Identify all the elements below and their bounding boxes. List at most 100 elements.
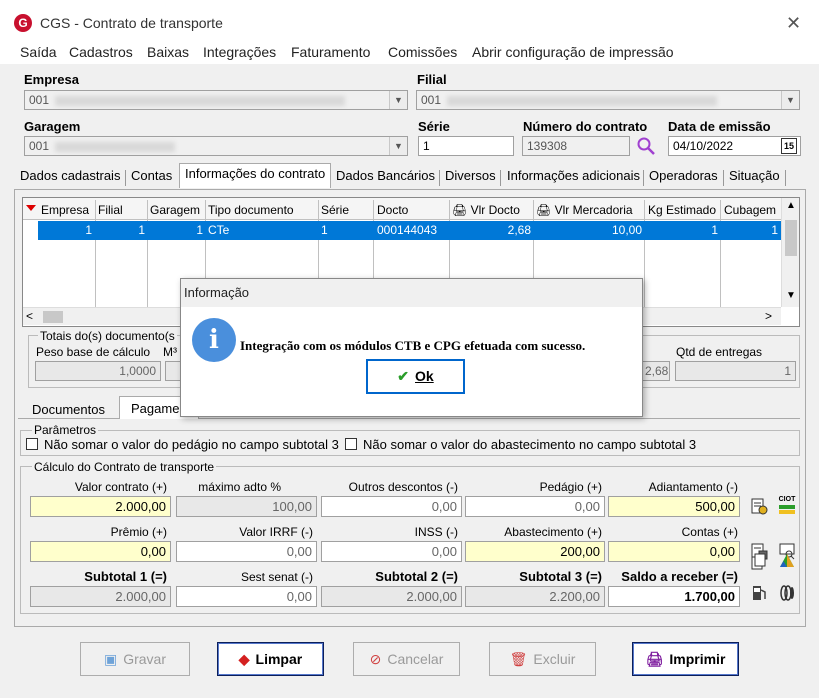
valor-contrato-input[interactable]: 2.000,00 <box>30 496 171 517</box>
m3-field[interactable] <box>165 361 181 381</box>
outros-descontos-input[interactable]: 0,00 <box>321 496 462 517</box>
subtotal1-field[interactable]: 2.000,00 <box>30 586 171 607</box>
checkbox-abastecimento-label: Não somar o valor do abastecimento no ca… <box>363 437 697 452</box>
adiantamento-input[interactable]: 500,00 <box>608 496 740 517</box>
premio-input[interactable]: 0,00 <box>30 541 171 562</box>
outros-descontos-label: Outros descontos (-) <box>348 480 458 494</box>
menu-cadastros[interactable]: Cadastros <box>69 44 133 60</box>
abastecimento-input[interactable]: 200,00 <box>465 541 605 562</box>
close-icon[interactable]: ✕ <box>786 13 801 34</box>
chevron-down-icon[interactable]: ▼ <box>786 290 796 301</box>
col-header-cubagem[interactable]: Cubagem <box>724 200 776 220</box>
triangle-icon[interactable] <box>777 552 797 572</box>
checkbox-pedagio[interactable] <box>26 438 38 450</box>
empresa-select[interactable]: 001 ▼ <box>24 90 408 110</box>
chevron-down-icon[interactable]: ▼ <box>389 91 407 109</box>
saldo-receber-field[interactable]: 1.700,00 <box>608 586 740 607</box>
tab-informacoes-adicionais[interactable]: Informações adicionais <box>507 168 640 183</box>
cell-serie: 1 <box>321 223 328 237</box>
vertical-scrollbar[interactable]: ▲ ▼ <box>781 198 799 307</box>
qtd-entregas-field[interactable]: 1 <box>675 361 796 381</box>
col-header-vlr-mercadoria[interactable]: 🖨 Vlr Mercadoria <box>536 200 633 220</box>
menu-saida[interactable]: Saída <box>20 44 57 60</box>
numero-contrato-input[interactable]: 139308 <box>522 136 630 156</box>
peso-field[interactable]: 1,0000 <box>35 361 161 381</box>
cell-garagem: 1 <box>196 223 203 237</box>
tag-rfid-icon[interactable] <box>777 584 797 604</box>
filial-select[interactable]: 001 ▼ <box>416 90 800 110</box>
tab-informacoes-contrato[interactable]: Informações do contrato <box>179 163 332 188</box>
irrf-input[interactable]: 0,00 <box>176 541 317 562</box>
pedagio-input[interactable]: 0,00 <box>465 496 605 517</box>
tab-dados-cadastrais[interactable]: Dados cadastrais <box>20 168 120 183</box>
cancel-icon: ⊘ <box>369 651 382 667</box>
cell-vlr-docto: 2,68 <box>507 223 531 237</box>
chevron-down-icon[interactable]: ▼ <box>389 137 407 155</box>
tab-operadoras[interactable]: Operadoras <box>649 168 718 183</box>
imprimir-button[interactable]: 🖨 Imprimir <box>632 642 739 676</box>
gravar-button[interactable]: ▣ Gravar <box>80 642 190 676</box>
chevron-up-icon[interactable]: ▲ <box>786 200 796 211</box>
empresa-label: Empresa <box>24 72 79 87</box>
search-icon[interactable] <box>636 136 658 156</box>
scrollbar-thumb[interactable] <box>785 220 797 256</box>
contas-input[interactable]: 0,00 <box>608 541 740 562</box>
col-header-garagem[interactable]: Garagem <box>150 200 200 220</box>
tab-diversos[interactable]: Diversos <box>445 168 496 183</box>
ok-button[interactable]: ✔ Ok <box>366 359 465 394</box>
tab-contas[interactable]: Contas <box>131 168 172 183</box>
menu-integracoes[interactable]: Integrações <box>203 44 276 60</box>
limpar-button[interactable]: ◆ Limpar <box>217 642 324 676</box>
tab-dados-bancarios[interactable]: Dados Bancários <box>336 168 435 183</box>
menu-baixas[interactable]: Baixas <box>147 44 189 60</box>
subtotal2-field[interactable]: 2.000,00 <box>321 586 462 607</box>
col-header-empresa[interactable]: Empresa <box>41 200 89 220</box>
eraser-icon: ◆ <box>238 651 250 667</box>
chevron-right-icon[interactable]: > <box>765 309 772 323</box>
redacted-text <box>447 95 718 106</box>
abastecimento-label: Abastecimento (+) <box>504 525 602 539</box>
adiantamento-label: Adiantamento (-) <box>648 480 738 494</box>
info-icon: i <box>192 318 236 362</box>
copy-documents-icon[interactable] <box>749 553 769 573</box>
inss-label: INSS (-) <box>414 525 458 539</box>
inss-input[interactable]: 0,00 <box>321 541 462 562</box>
cell-vlr-mercadoria: 10,00 <box>611 223 642 237</box>
garagem-select[interactable]: 001 ▼ <box>24 136 408 156</box>
checkbox-abastecimento[interactable] <box>345 438 357 450</box>
tab-situacao[interactable]: Situação <box>729 168 780 183</box>
col-header-docto[interactable]: Docto <box>377 200 408 220</box>
max-adto-input[interactable]: 100,00 <box>176 496 317 517</box>
col-header-tipo-documento[interactable]: Tipo documento <box>208 200 294 220</box>
scrollbar-thumb[interactable] <box>43 311 63 323</box>
subtotal3-field[interactable]: 2.200,00 <box>465 586 605 607</box>
qtd-entregas-label: Qtd de entregas <box>676 345 763 359</box>
app-logo-icon: G <box>14 14 32 32</box>
calendar-icon[interactable]: 15 <box>781 138 797 154</box>
ciot-icon[interactable]: CIOT <box>777 496 797 516</box>
max-adto-label: máximo adto % <box>198 480 281 494</box>
data-emissao-input[interactable]: 04/10/2022 15 <box>668 136 801 156</box>
chevron-left-icon[interactable]: < <box>26 309 33 323</box>
trash-icon: 🗑 <box>509 651 528 667</box>
cancelar-button[interactable]: ⊘ Cancelar <box>353 642 460 676</box>
calculo-title: Cálculo do Contrato de transporte <box>32 460 217 474</box>
valor-contrato-label: Valor contrato (+) <box>74 480 167 494</box>
col-header-kg-estimado[interactable]: Kg Estimado <box>648 200 716 220</box>
vlr-total-field[interactable]: 2,68 <box>640 361 670 381</box>
menu-abrir-config-impressao[interactable]: Abrir configuração de impressão <box>472 44 674 60</box>
col-header-vlr-docto[interactable]: 🖨 Vlr Docto <box>452 200 520 220</box>
serie-input[interactable]: 1 <box>418 136 514 156</box>
col-header-filial[interactable]: Filial <box>98 200 123 220</box>
menu-comissoes[interactable]: Comissões <box>388 44 457 60</box>
subtab-documentos[interactable]: Documentos <box>24 397 113 419</box>
pedagio-label: Pedágio (+) <box>539 480 602 494</box>
chevron-down-icon[interactable]: ▼ <box>781 91 799 109</box>
fuel-pump-icon[interactable] <box>749 584 769 604</box>
col-header-serie[interactable]: Série <box>321 200 349 220</box>
document-edit-icon[interactable] <box>749 497 769 517</box>
sest-senat-input[interactable]: 0,00 <box>176 586 317 607</box>
excluir-button[interactable]: 🗑 Excluir <box>489 642 596 676</box>
menu-faturamento[interactable]: Faturamento <box>291 44 370 60</box>
checkbox-pedagio-label: Não somar o valor do pedágio no campo su… <box>44 437 339 452</box>
